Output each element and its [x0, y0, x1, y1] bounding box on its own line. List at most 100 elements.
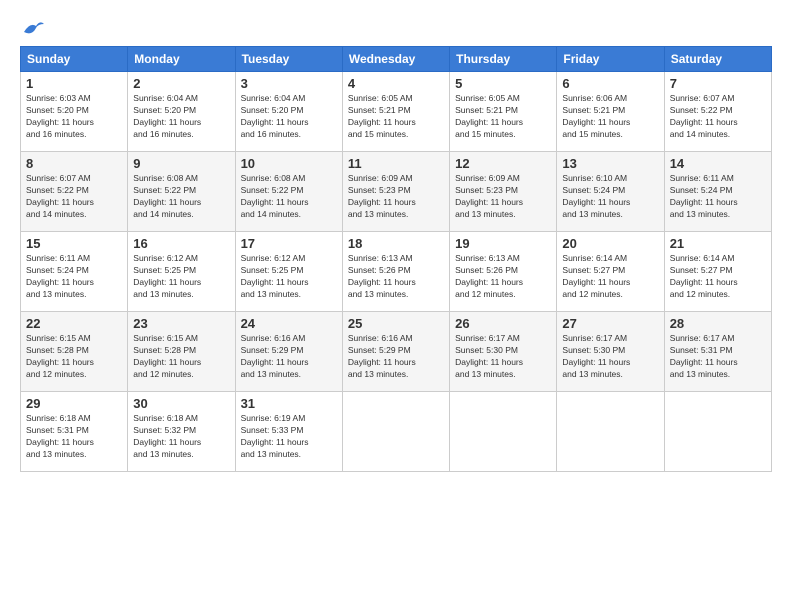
col-monday: Monday: [128, 47, 235, 72]
calendar-cell: 22 Sunrise: 6:15 AM Sunset: 5:28 PM Dayli…: [21, 312, 128, 392]
day-info: Sunrise: 6:07 AM Sunset: 5:22 PM Dayligh…: [26, 173, 122, 221]
calendar-cell: 20 Sunrise: 6:14 AM Sunset: 5:27 PM Dayli…: [557, 232, 664, 312]
day-number: 9: [133, 156, 229, 171]
calendar-cell: 28 Sunrise: 6:17 AM Sunset: 5:31 PM Dayli…: [664, 312, 771, 392]
day-info: Sunrise: 6:09 AM Sunset: 5:23 PM Dayligh…: [455, 173, 551, 221]
day-number: 16: [133, 236, 229, 251]
calendar-cell: 5 Sunrise: 6:05 AM Sunset: 5:21 PM Daylig…: [450, 72, 557, 152]
calendar-table: Sunday Monday Tuesday Wednesday Thursday…: [20, 46, 772, 472]
calendar-cell: 12 Sunrise: 6:09 AM Sunset: 5:23 PM Dayli…: [450, 152, 557, 232]
day-number: 10: [241, 156, 337, 171]
day-number: 29: [26, 396, 122, 411]
calendar-cell: 31 Sunrise: 6:19 AM Sunset: 5:33 PM Dayli…: [235, 392, 342, 472]
calendar-cell: 6 Sunrise: 6:06 AM Sunset: 5:21 PM Daylig…: [557, 72, 664, 152]
calendar-week-row: 8Sunrise: 6:07 AM Sunset: 5:22 PM Daylig…: [21, 152, 772, 232]
day-info: Sunrise: 6:04 AM Sunset: 5:20 PM Dayligh…: [133, 93, 229, 141]
day-number: 7: [670, 76, 766, 91]
calendar-cell: [450, 392, 557, 472]
day-info: Sunrise: 6:18 AM Sunset: 5:31 PM Dayligh…: [26, 413, 122, 461]
calendar-cell: 19Sunrise: 6:13 AM Sunset: 5:26 PM Dayli…: [450, 232, 557, 312]
day-info: Sunrise: 6:13 AM Sunset: 5:26 PM Dayligh…: [455, 253, 551, 301]
calendar-cell: 4 Sunrise: 6:05 AM Sunset: 5:21 PM Daylig…: [342, 72, 449, 152]
calendar-header-row: Sunday Monday Tuesday Wednesday Thursday…: [21, 47, 772, 72]
calendar-week-row: 22 Sunrise: 6:15 AM Sunset: 5:28 PM Dayli…: [21, 312, 772, 392]
day-number: 24: [241, 316, 337, 331]
col-wednesday: Wednesday: [342, 47, 449, 72]
day-number: 3: [241, 76, 337, 91]
day-info: Sunrise: 6:16 AM Sunset: 5:29 PM Dayligh…: [241, 333, 337, 381]
day-info: Sunrise: 6:11 AM Sunset: 5:24 PM Dayligh…: [26, 253, 122, 301]
calendar-cell: 8Sunrise: 6:07 AM Sunset: 5:22 PM Daylig…: [21, 152, 128, 232]
day-number: 28: [670, 316, 766, 331]
calendar-cell: 17Sunrise: 6:12 AM Sunset: 5:25 PM Dayli…: [235, 232, 342, 312]
day-info: Sunrise: 6:14 AM Sunset: 5:27 PM Dayligh…: [562, 253, 658, 301]
col-saturday: Saturday: [664, 47, 771, 72]
day-number: 5: [455, 76, 551, 91]
day-info: Sunrise: 6:07 AM Sunset: 5:22 PM Dayligh…: [670, 93, 766, 141]
day-info: Sunrise: 6:14 AM Sunset: 5:27 PM Dayligh…: [670, 253, 766, 301]
calendar-cell: [664, 392, 771, 472]
calendar-cell: 27 Sunrise: 6:17 AM Sunset: 5:30 PM Dayli…: [557, 312, 664, 392]
calendar-cell: 29 Sunrise: 6:18 AM Sunset: 5:31 PM Dayli…: [21, 392, 128, 472]
calendar-cell: 14Sunrise: 6:11 AM Sunset: 5:24 PM Dayli…: [664, 152, 771, 232]
calendar-week-row: 1 Sunrise: 6:03 AM Sunset: 5:20 PM Daylig…: [21, 72, 772, 152]
calendar-cell: 24 Sunrise: 6:16 AM Sunset: 5:29 PM Dayli…: [235, 312, 342, 392]
calendar-cell: [342, 392, 449, 472]
calendar-cell: 7 Sunrise: 6:07 AM Sunset: 5:22 PM Daylig…: [664, 72, 771, 152]
day-number: 27: [562, 316, 658, 331]
calendar-cell: 3 Sunrise: 6:04 AM Sunset: 5:20 PM Daylig…: [235, 72, 342, 152]
day-number: 26: [455, 316, 551, 331]
day-number: 25: [348, 316, 444, 331]
calendar-week-row: 29 Sunrise: 6:18 AM Sunset: 5:31 PM Dayli…: [21, 392, 772, 472]
calendar-cell: 16 Sunrise: 6:12 AM Sunset: 5:25 PM Dayli…: [128, 232, 235, 312]
day-number: 6: [562, 76, 658, 91]
day-info: Sunrise: 6:09 AM Sunset: 5:23 PM Dayligh…: [348, 173, 444, 221]
day-info: Sunrise: 6:08 AM Sunset: 5:22 PM Dayligh…: [241, 173, 337, 221]
day-number: 1: [26, 76, 122, 91]
day-info: Sunrise: 6:17 AM Sunset: 5:30 PM Dayligh…: [562, 333, 658, 381]
day-info: Sunrise: 6:03 AM Sunset: 5:20 PM Dayligh…: [26, 93, 122, 141]
day-number: 13: [562, 156, 658, 171]
calendar-cell: 15 Sunrise: 6:11 AM Sunset: 5:24 PM Dayli…: [21, 232, 128, 312]
day-info: Sunrise: 6:12 AM Sunset: 5:25 PM Dayligh…: [133, 253, 229, 301]
day-number: 4: [348, 76, 444, 91]
calendar-cell: [557, 392, 664, 472]
calendar-cell: 9 Sunrise: 6:08 AM Sunset: 5:22 PM Daylig…: [128, 152, 235, 232]
day-info: Sunrise: 6:10 AM Sunset: 5:24 PM Dayligh…: [562, 173, 658, 221]
page: Sunday Monday Tuesday Wednesday Thursday…: [0, 0, 792, 612]
day-number: 31: [241, 396, 337, 411]
day-number: 18: [348, 236, 444, 251]
day-number: 15: [26, 236, 122, 251]
calendar-cell: 25Sunrise: 6:16 AM Sunset: 5:29 PM Dayli…: [342, 312, 449, 392]
day-info: Sunrise: 6:17 AM Sunset: 5:31 PM Dayligh…: [670, 333, 766, 381]
day-number: 17: [241, 236, 337, 251]
col-thursday: Thursday: [450, 47, 557, 72]
calendar-cell: 1 Sunrise: 6:03 AM Sunset: 5:20 PM Daylig…: [21, 72, 128, 152]
day-number: 21: [670, 236, 766, 251]
day-info: Sunrise: 6:05 AM Sunset: 5:21 PM Dayligh…: [348, 93, 444, 141]
day-number: 11: [348, 156, 444, 171]
day-number: 2: [133, 76, 229, 91]
calendar-cell: 13 Sunrise: 6:10 AM Sunset: 5:24 PM Dayli…: [557, 152, 664, 232]
header: [20, 18, 772, 36]
day-info: Sunrise: 6:18 AM Sunset: 5:32 PM Dayligh…: [133, 413, 229, 461]
day-number: 12: [455, 156, 551, 171]
day-number: 14: [670, 156, 766, 171]
col-sunday: Sunday: [21, 47, 128, 72]
calendar-cell: 11 Sunrise: 6:09 AM Sunset: 5:23 PM Dayli…: [342, 152, 449, 232]
day-number: 30: [133, 396, 229, 411]
day-number: 22: [26, 316, 122, 331]
day-info: Sunrise: 6:04 AM Sunset: 5:20 PM Dayligh…: [241, 93, 337, 141]
day-info: Sunrise: 6:06 AM Sunset: 5:21 PM Dayligh…: [562, 93, 658, 141]
day-info: Sunrise: 6:17 AM Sunset: 5:30 PM Dayligh…: [455, 333, 551, 381]
day-info: Sunrise: 6:05 AM Sunset: 5:21 PM Dayligh…: [455, 93, 551, 141]
col-friday: Friday: [557, 47, 664, 72]
calendar-cell: 26 Sunrise: 6:17 AM Sunset: 5:30 PM Dayli…: [450, 312, 557, 392]
day-number: 23: [133, 316, 229, 331]
day-info: Sunrise: 6:15 AM Sunset: 5:28 PM Dayligh…: [26, 333, 122, 381]
calendar-cell: 10 Sunrise: 6:08 AM Sunset: 5:22 PM Dayli…: [235, 152, 342, 232]
day-number: 20: [562, 236, 658, 251]
day-info: Sunrise: 6:19 AM Sunset: 5:33 PM Dayligh…: [241, 413, 337, 461]
col-tuesday: Tuesday: [235, 47, 342, 72]
day-info: Sunrise: 6:08 AM Sunset: 5:22 PM Dayligh…: [133, 173, 229, 221]
